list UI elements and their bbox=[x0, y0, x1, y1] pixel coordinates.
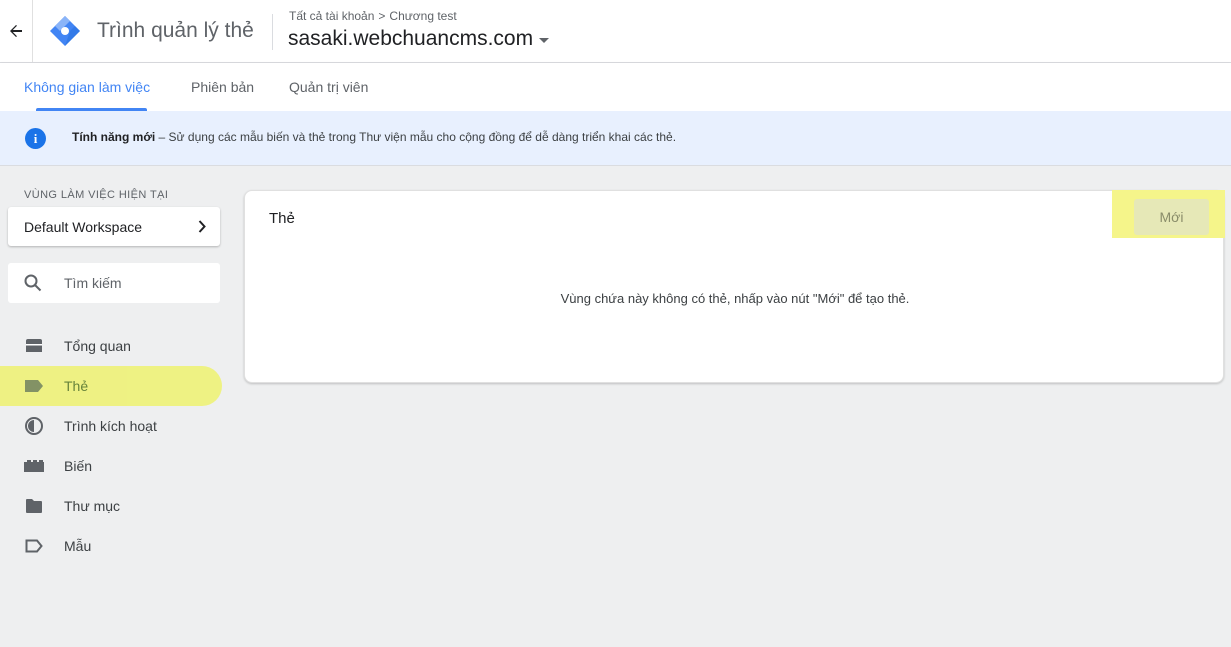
search-input[interactable] bbox=[64, 263, 214, 303]
sidebar-item-templates[interactable]: Mẫu bbox=[0, 526, 222, 566]
sidebar-item-variables[interactable]: Biến bbox=[0, 446, 222, 486]
sidebar-item-label: Trình kích hoạt bbox=[64, 418, 157, 434]
sidebar-item-label: Thư mục bbox=[64, 498, 121, 514]
search-icon bbox=[24, 274, 42, 292]
tag-manager-logo-icon[interactable] bbox=[49, 15, 81, 47]
app-title: Trình quản lý thẻ bbox=[97, 19, 254, 42]
new-feature-banner: i Tính năng mới – Sử dụng các mẫu biến v… bbox=[0, 111, 1231, 166]
search-box bbox=[8, 263, 220, 303]
sidebar-item-folders[interactable]: Thư mục bbox=[0, 486, 222, 526]
breadcrumb: Tất cả tài khoản > Chương test bbox=[289, 9, 457, 23]
notice-text: Tính năng mới – Sử dụng các mẫu biến và … bbox=[72, 130, 676, 144]
header-divider bbox=[272, 14, 273, 50]
container-name: sasaki.webchuancms.com bbox=[288, 27, 534, 50]
sidebar-item-tags[interactable]: Thẻ bbox=[0, 366, 222, 406]
notice-bold: Tính năng mới bbox=[72, 130, 156, 144]
new-tag-button[interactable]: Mới bbox=[1134, 199, 1209, 235]
trigger-icon bbox=[24, 417, 44, 435]
breadcrumb-account[interactable]: Tất cả tài khoản bbox=[289, 9, 374, 23]
dropdown-caret-icon bbox=[539, 37, 550, 43]
tab-bar: Không gian làm việc Phiên bản Quản trị v… bbox=[0, 63, 1231, 111]
sidebar-item-label: Mẫu bbox=[64, 538, 92, 554]
app-header: Trình quản lý thẻ Tất cả tài khoản > Chư… bbox=[0, 0, 1231, 63]
sidebar-item-label: Thẻ bbox=[64, 378, 89, 394]
variable-icon bbox=[24, 457, 44, 475]
sidebar-item-label: Biến bbox=[64, 458, 93, 474]
info-icon: i bbox=[25, 128, 46, 149]
tags-card: Thẻ Mới Vùng chứa này không có thẻ, nhấp… bbox=[244, 190, 1225, 383]
empty-state-message: Vùng chứa này không có thẻ, nhấp vào nút… bbox=[560, 291, 910, 306]
tag-icon bbox=[24, 377, 44, 395]
card-title: Thẻ bbox=[269, 210, 295, 227]
sidebar-item-overview[interactable]: Tổng quan bbox=[0, 326, 222, 366]
tab-workspace[interactable]: Không gian làm việc bbox=[24, 63, 150, 111]
workspace-name: Default Workspace bbox=[24, 218, 143, 235]
template-icon bbox=[24, 537, 44, 555]
container-selector[interactable]: sasaki.webchuancms.com bbox=[288, 27, 550, 51]
sidebar-item-label: Tổng quan bbox=[64, 338, 131, 354]
chevron-right-icon bbox=[198, 220, 206, 233]
notice-body: – Sử dụng các mẫu biến và thẻ trong Thư … bbox=[155, 130, 677, 144]
workspace-selector[interactable]: Default Workspace bbox=[8, 207, 220, 246]
folder-icon bbox=[24, 497, 44, 515]
tab-admin[interactable]: Quản trị viên bbox=[289, 63, 368, 111]
tab-versions[interactable]: Phiên bản bbox=[191, 63, 254, 111]
breadcrumb-separator: > bbox=[378, 9, 386, 23]
breadcrumb-container[interactable]: Chương test bbox=[389, 9, 456, 23]
back-button[interactable] bbox=[0, 0, 33, 62]
overview-icon bbox=[24, 337, 44, 355]
sidebar-item-triggers[interactable]: Trình kích hoạt bbox=[0, 406, 222, 446]
workspace-label: VÙNG LÀM VIỆC HIỆN TẠI bbox=[24, 189, 169, 201]
arrow-back-icon bbox=[10, 25, 22, 37]
